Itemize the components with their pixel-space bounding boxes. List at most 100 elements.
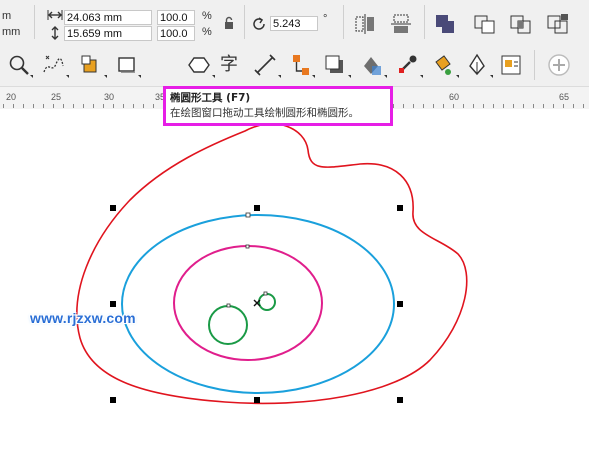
tooltip-description: 在绘图窗口拖动工具绘制圆形和椭圆形。 — [170, 107, 359, 119]
height-icon — [49, 25, 61, 41]
ruler-tick — [73, 104, 74, 108]
ruler-tick — [453, 104, 454, 108]
ruler-tick — [503, 104, 504, 108]
width-icon — [47, 8, 63, 22]
mirror-vertical-icon[interactable] — [388, 11, 414, 37]
ruler-tick — [123, 104, 124, 108]
ruler-tick — [133, 104, 134, 108]
flyout-icon — [420, 75, 423, 78]
ruler-label: 25 — [51, 92, 62, 102]
ruler-tick — [443, 104, 444, 108]
width-field[interactable]: 24.063 mm — [64, 10, 152, 25]
rotation-field[interactable]: 5.243 — [270, 16, 318, 31]
ruler-tick — [413, 104, 414, 108]
ruler-tick — [393, 104, 394, 108]
ruler-tick — [53, 104, 54, 108]
ruler-tick — [563, 104, 564, 108]
eyedropper-icon[interactable] — [394, 52, 420, 78]
separator — [34, 5, 35, 39]
property-bar: m mm 24.063 mm 15.659 mm 100.0 100.0 % %… — [0, 0, 589, 44]
interactive-fill-icon[interactable] — [430, 52, 456, 78]
flyout-icon — [30, 75, 33, 78]
lock-ratio-icon[interactable] — [223, 16, 235, 30]
ruler-tick — [583, 104, 584, 108]
drawing-canvas[interactable] — [0, 109, 589, 463]
scale-x-field[interactable]: 100.0 — [157, 10, 195, 25]
height-field[interactable]: 15.659 mm — [64, 26, 152, 41]
ruler-tick — [23, 104, 24, 108]
trim-icon[interactable] — [472, 11, 498, 37]
ruler-tick — [113, 104, 114, 108]
smart-fill-icon[interactable] — [78, 52, 104, 78]
ruler-tick — [43, 104, 44, 108]
ruler-tick — [103, 104, 104, 108]
zoom-icon[interactable] — [6, 52, 32, 78]
transparency-icon[interactable] — [358, 52, 384, 78]
svg-text:字: 字 — [220, 54, 238, 75]
ruler-label: 65 — [559, 92, 570, 102]
ruler-tick — [543, 104, 544, 108]
flyout-icon — [312, 75, 315, 78]
flyout-icon — [490, 75, 493, 78]
separator — [424, 5, 425, 39]
flyout-icon — [212, 75, 215, 78]
ruler-tick — [3, 104, 4, 108]
ruler-tick — [433, 104, 434, 108]
ruler-tick — [33, 104, 34, 108]
separator — [343, 5, 344, 39]
ruler-tick — [93, 104, 94, 108]
ruler-tick — [13, 104, 14, 108]
ruler-tick — [63, 104, 64, 108]
freehand-icon[interactable] — [40, 52, 66, 78]
ruler-tick — [483, 104, 484, 108]
mirror-horizontal-icon[interactable] — [352, 11, 378, 37]
text-tool-icon[interactable]: 字 — [218, 50, 244, 76]
dimension-icon[interactable] — [252, 52, 278, 78]
separator — [534, 50, 535, 80]
ruler-tick — [403, 104, 404, 108]
toolbox: 字 — [0, 44, 589, 128]
tooltip-title: 椭圆形工具 (F7) — [170, 92, 251, 104]
percent-label: % — [202, 26, 212, 38]
connector-icon[interactable] — [288, 52, 314, 78]
unit-label: m — [2, 10, 12, 22]
ruler-tick — [493, 104, 494, 108]
outline-pen-icon[interactable] — [464, 52, 490, 78]
flyout-icon — [278, 75, 281, 78]
ruler-tick — [573, 104, 574, 108]
ruler-tick — [153, 104, 154, 108]
rectangle-icon[interactable] — [114, 52, 140, 78]
ruler-tick — [423, 104, 424, 108]
watermark: www.rjzxw.com — [30, 310, 136, 326]
ruler-tick — [473, 104, 474, 108]
ruler-tick — [143, 104, 144, 108]
add-icon[interactable] — [546, 52, 572, 78]
ruler-tick — [523, 104, 524, 108]
degree-label: ° — [323, 13, 328, 25]
flyout-icon — [456, 75, 459, 78]
unit-label: mm — [2, 26, 21, 38]
weld-icon[interactable] — [432, 11, 458, 37]
ruler-tick — [83, 104, 84, 108]
flyout-icon — [104, 75, 107, 78]
ruler-tick — [553, 104, 554, 108]
simplify-icon[interactable] — [545, 11, 571, 37]
ruler-label: 30 — [104, 92, 115, 102]
ellipse-tool-tooltip: 椭圆形工具 (F7) 在绘图窗口拖动工具绘制圆形和椭圆形。 — [163, 86, 393, 126]
ruler-tick — [533, 104, 534, 108]
ruler-tick — [463, 104, 464, 108]
flyout-icon — [348, 75, 351, 78]
rotate-icon — [252, 16, 268, 32]
flyout-icon — [66, 75, 69, 78]
ruler-label: 60 — [449, 92, 460, 102]
object-properties-icon[interactable] — [498, 52, 524, 78]
flyout-icon — [138, 75, 141, 78]
drop-shadow-icon[interactable] — [322, 52, 348, 78]
ruler-label: 20 — [6, 92, 17, 102]
scale-y-field[interactable]: 100.0 — [157, 26, 195, 41]
polygon-icon[interactable] — [186, 52, 212, 78]
separator — [244, 5, 245, 39]
flyout-icon — [384, 75, 387, 78]
percent-label: % — [202, 10, 212, 22]
intersect-icon[interactable] — [508, 11, 534, 37]
